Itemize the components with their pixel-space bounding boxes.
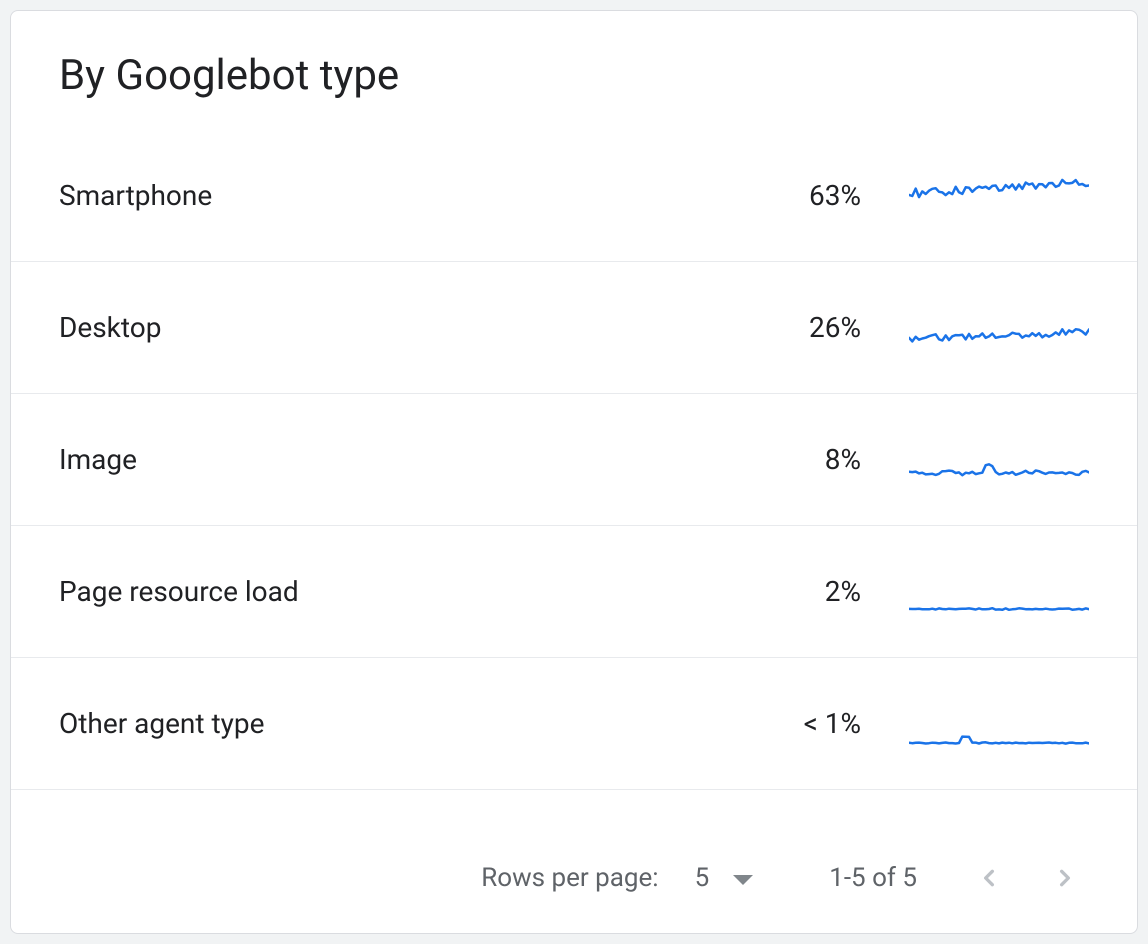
rows-per-page-label: Rows per page: bbox=[481, 863, 658, 893]
table-row[interactable]: Page resource load2% bbox=[11, 526, 1137, 658]
row-percent: < 1% bbox=[721, 707, 861, 740]
pagination-bar: Rows per page: 5 1-5 of 5 bbox=[11, 823, 1137, 933]
rows-per-page-select[interactable]: 5 bbox=[687, 857, 762, 899]
row-label: Desktop bbox=[59, 311, 721, 344]
sparkline bbox=[909, 435, 1089, 485]
rows-per-page-value: 5 bbox=[695, 863, 710, 893]
googlebot-type-card: By Googlebot type Smartphone63%Desktop26… bbox=[10, 10, 1138, 934]
next-page-button[interactable] bbox=[1041, 854, 1089, 902]
prev-page-button[interactable] bbox=[965, 854, 1013, 902]
table-row[interactable]: Image8% bbox=[11, 394, 1137, 526]
sparkline bbox=[909, 171, 1089, 221]
table-body: Smartphone63%Desktop26%Image8%Page resou… bbox=[11, 130, 1137, 823]
row-label: Page resource load bbox=[59, 575, 721, 608]
row-percent: 26% bbox=[721, 311, 861, 344]
sparkline bbox=[909, 567, 1089, 617]
row-label: Image bbox=[59, 443, 721, 476]
card-header: By Googlebot type bbox=[11, 11, 1137, 130]
table-row[interactable]: Other agent type< 1% bbox=[11, 658, 1137, 790]
table-row[interactable]: Smartphone63% bbox=[11, 130, 1137, 262]
row-label: Smartphone bbox=[59, 179, 721, 212]
card-title: By Googlebot type bbox=[59, 51, 1089, 100]
row-percent: 8% bbox=[721, 443, 861, 476]
dropdown-icon bbox=[733, 863, 753, 893]
sparkline bbox=[909, 303, 1089, 353]
table-row[interactable]: Desktop26% bbox=[11, 262, 1137, 394]
pagination-range: 1-5 of 5 bbox=[829, 863, 917, 893]
row-percent: 63% bbox=[721, 179, 861, 212]
sparkline bbox=[909, 699, 1089, 749]
row-label: Other agent type bbox=[59, 707, 721, 740]
row-percent: 2% bbox=[721, 575, 861, 608]
